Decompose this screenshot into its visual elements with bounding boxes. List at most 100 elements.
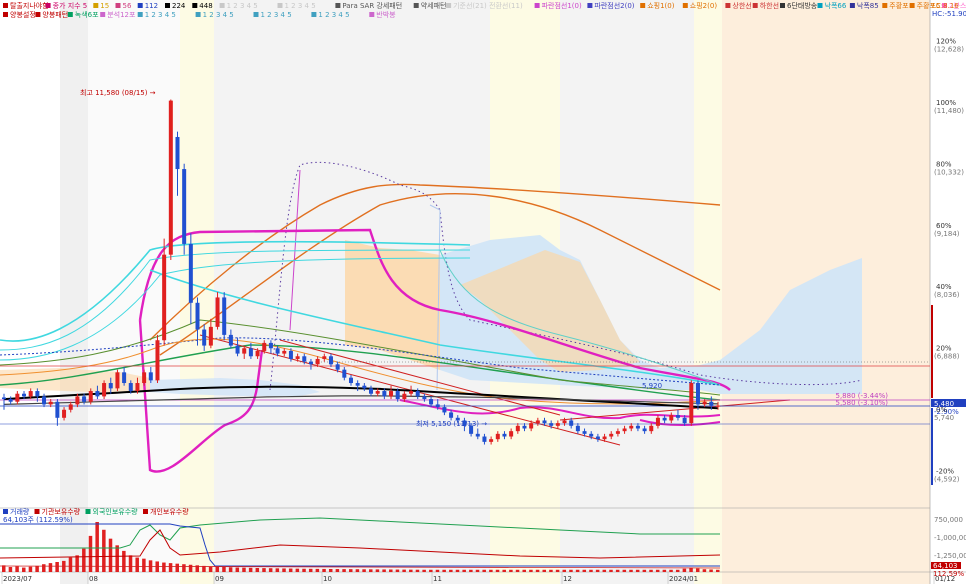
volume-bar-56 xyxy=(375,569,380,572)
volume-bar-63 xyxy=(422,569,426,572)
candle-body-12 xyxy=(82,396,87,402)
legend-main-item-15: 쇼핑1(0) xyxy=(647,1,675,10)
volume-bar-80 xyxy=(535,569,540,572)
candle-body-105 xyxy=(702,401,707,405)
volume-bar-24 xyxy=(162,562,166,572)
volume-bar-71 xyxy=(475,569,480,572)
candle-body-42 xyxy=(282,350,287,354)
high-annotation: 최고 11,580 (08/15) → xyxy=(80,88,156,97)
volume-bar-100 xyxy=(669,569,673,572)
candle-body-64 xyxy=(429,399,434,405)
candle-body-10 xyxy=(68,404,73,410)
legend-row2-item-1: 양봉패턴 xyxy=(42,10,68,19)
candle-body-79 xyxy=(529,423,534,429)
volume-bar-38 xyxy=(255,568,260,572)
candle-body-33 xyxy=(222,297,227,335)
candle-body-4 xyxy=(28,391,33,397)
volume-bar-101 xyxy=(675,569,680,572)
candle-body-20 xyxy=(135,383,140,392)
volume-bar-42 xyxy=(282,568,286,572)
volume-bar-4 xyxy=(28,566,33,572)
candle-body-106 xyxy=(709,401,714,406)
volume-tag-value: 64,103 xyxy=(933,562,958,570)
volume-bar-37 xyxy=(248,567,253,572)
dotted-price-label: 5,920 xyxy=(642,382,662,390)
volume-bar-43 xyxy=(288,568,293,572)
y-price-label-0: (12,628) xyxy=(934,46,964,54)
candle-body-17 xyxy=(115,372,120,389)
top-right-lc: LC:8.16 xyxy=(932,2,959,10)
volume-bar-47 xyxy=(315,568,320,572)
y-pct-label-2: 80% xyxy=(936,160,952,168)
volume-bar-66 xyxy=(442,569,446,572)
volume-bar-95 xyxy=(635,569,640,572)
candle-body-3 xyxy=(22,393,27,397)
volume-bar-21 xyxy=(142,558,146,572)
legend-main-swatch-8 xyxy=(277,3,283,8)
y-price-label-7: (4,592) xyxy=(934,475,960,483)
legend-row2-swatch-3 xyxy=(100,12,106,17)
candle-body-24 xyxy=(162,254,167,341)
legend-row2-item-5: 1 2 3 4 5 xyxy=(203,11,234,19)
candle-body-7 xyxy=(48,401,53,405)
x-tick-3: 10 xyxy=(323,575,332,583)
stock-chart[interactable]: 탈출지나야함 종가 지수 5 15 56 112 224 448 1 2 3 4 51 2 3… xyxy=(0,0,966,584)
volume-bar-55 xyxy=(369,569,373,572)
candle-body-49 xyxy=(328,356,333,365)
volume-legend-swatch-2 xyxy=(85,509,91,514)
volume-bar-60 xyxy=(402,569,406,572)
y-pct-label-3: 60% xyxy=(936,222,952,230)
candle-body-19 xyxy=(128,383,133,392)
legend-row2-item-3: 분석12포 xyxy=(107,10,136,19)
volume-bar-78 xyxy=(522,569,526,572)
volume-bar-48 xyxy=(322,568,326,572)
volume-legend-item-0: 거래량 xyxy=(10,507,30,516)
volume-legend-swatch-1 xyxy=(34,509,40,514)
candle-body-86 xyxy=(575,425,580,432)
candle-body-72 xyxy=(482,436,487,442)
candle-body-89 xyxy=(595,436,600,440)
volume-legend-item-2: 외국인보유수량 xyxy=(93,507,139,516)
volume-bar-2 xyxy=(15,566,19,572)
candle-body-39 xyxy=(262,342,267,351)
legend-main-item-2: 15 xyxy=(100,2,109,10)
legend-main-swatch-7 xyxy=(219,3,225,8)
candle-body-61 xyxy=(409,391,414,394)
candle-body-55 xyxy=(369,388,374,394)
volume-bar-15 xyxy=(102,529,106,572)
candle-body-60 xyxy=(402,393,407,400)
candle-body-27 xyxy=(182,169,187,244)
candle-body-95 xyxy=(635,425,640,429)
volume-bar-72 xyxy=(482,569,486,572)
candle-body-25 xyxy=(168,100,173,255)
legend-row2-swatch-7 xyxy=(311,12,317,17)
legend-main-item-14: 파란점선2(0) xyxy=(594,1,634,10)
legend-row2-item-6: 1 2 3 4 5 xyxy=(261,11,292,19)
candle-body-35 xyxy=(235,345,240,354)
legend-main-swatch-17 xyxy=(725,3,731,8)
legend-main-swatch-18 xyxy=(752,3,758,8)
candle-body-73 xyxy=(489,439,494,442)
y-price-label-2: (10,332) xyxy=(934,168,964,176)
x-tick-5: 12 xyxy=(563,575,572,583)
legend-row2-swatch-8 xyxy=(369,12,375,17)
volume-bar-89 xyxy=(595,569,600,572)
legend-row2-swatch-6 xyxy=(253,12,259,17)
volume-axis-label-0: 750,000 xyxy=(934,516,963,524)
volume-bar-73 xyxy=(489,569,493,572)
candle-body-71 xyxy=(475,433,480,437)
x-tick-2: 09 xyxy=(215,575,224,583)
legend-main-item-17: 상한선 xyxy=(732,1,751,10)
volume-bar-12 xyxy=(82,548,86,572)
volume-bar-107 xyxy=(716,569,720,572)
legend-main-item-19: 6단태방송 xyxy=(787,1,818,10)
legend-main-swatch-14 xyxy=(587,3,593,8)
candle-body-85 xyxy=(569,420,574,426)
candle-body-40 xyxy=(268,342,273,349)
volume-bar-19 xyxy=(128,555,133,572)
legend-main-swatch-3 xyxy=(115,3,121,8)
candle-body-30 xyxy=(202,329,207,346)
volume-bar-91 xyxy=(609,569,613,572)
candle-body-58 xyxy=(389,391,394,397)
legend-main-item-20: 낙폭66 xyxy=(825,1,847,10)
